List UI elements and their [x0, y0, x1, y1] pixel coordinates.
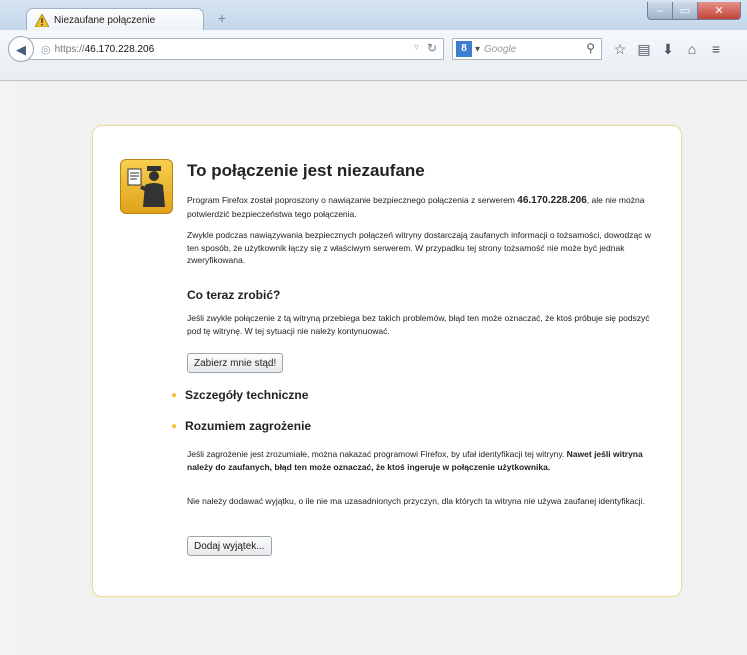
home-icon[interactable]: ⌂: [680, 38, 704, 60]
what-to-do-heading: Co teraz zrobić?: [187, 288, 281, 302]
policeman-icon: [120, 159, 173, 214]
url-scheme: https://: [54, 43, 85, 55]
site-identity-icon[interactable]: ◎: [41, 43, 51, 56]
navigation-toolbar: ◎ https://46.170.228.206 ▿ ↻ ◀ 8 ▾ Googl…: [0, 30, 747, 81]
intro-prefix: Program Firefox został poproszony o nawi…: [187, 195, 518, 205]
error-page-container: To połączenie jest niezaufane Program Fi…: [92, 125, 682, 597]
page-content: To połączenie jest niezaufane Program Fi…: [18, 81, 747, 655]
expand-bullet-icon: ●: [171, 420, 178, 432]
download-icon[interactable]: ⬇: [656, 38, 680, 60]
technical-details-label: Szczegóły techniczne: [185, 388, 309, 402]
search-bar[interactable]: 8 ▾ Google ⚲: [452, 38, 602, 60]
intro-host: 46.170.228.206: [517, 195, 587, 206]
error-title: To połączenie jest niezaufane: [187, 161, 425, 180]
technical-details-toggle[interactable]: ● Szczegóły techniczne: [171, 388, 308, 402]
url-bar[interactable]: ◎ https://46.170.228.206 ▿ ↻: [24, 38, 444, 60]
new-tab-button[interactable]: +: [212, 9, 232, 27]
tab-title: Niezaufane połączenie: [54, 15, 156, 26]
risk-text-plain: Jeśli zagrożenie jest zrozumiałe, można …: [187, 449, 567, 459]
exception-advice-paragraph: Nie należy dodawać wyjątku, o ile nie ma…: [187, 496, 645, 506]
minimize-button[interactable]: –: [647, 2, 673, 20]
maximize-button[interactable]: ▭: [673, 2, 698, 20]
bookmarks-list-icon[interactable]: ▤: [632, 38, 656, 60]
what-to-do-paragraph: Jeśli zwykle połączenie z tą witryną prz…: [187, 313, 650, 336]
understand-risks-label: Rozumiem zagrożenie: [185, 419, 312, 433]
title-bar: Niezaufane połączenie + – ▭ ✕: [0, 0, 747, 32]
close-button[interactable]: ✕: [698, 2, 741, 20]
expand-bullet-icon: ●: [171, 389, 178, 401]
star-icon[interactable]: ☆: [608, 38, 632, 60]
get-me-out-button[interactable]: Zabierz mnie stąd!: [187, 353, 284, 373]
risk-paragraph: Jeśli zagrożenie jest zrozumiałe, można …: [187, 448, 662, 473]
explanation-paragraph: Zwykle podczas nawiązywania bezpiecznych…: [187, 230, 651, 265]
search-icon[interactable]: ⚲: [586, 41, 595, 55]
tab-untrusted-connection[interactable]: Niezaufane połączenie: [26, 8, 204, 32]
understand-risks-toggle[interactable]: ● Rozumiem zagrożenie: [171, 419, 311, 433]
back-button[interactable]: ◀: [8, 36, 34, 62]
search-engine-icon[interactable]: 8: [456, 41, 472, 57]
intro-paragraph: Program Firefox został poproszony o nawi…: [187, 194, 662, 220]
toolbar-icons: ☆ ▤ ⬇ ⌂ ≡: [608, 38, 728, 60]
search-engine-dropdown-icon[interactable]: ▾: [475, 44, 480, 55]
menu-icon[interactable]: ≡: [704, 38, 728, 60]
search-placeholder: Google: [484, 43, 517, 55]
warning-icon: [35, 14, 49, 27]
url-host: 46.170.228.206: [84, 43, 155, 55]
history-dropdown-icon[interactable]: ▿: [414, 42, 419, 53]
add-exception-button[interactable]: Dodaj wyjątek...: [187, 536, 272, 556]
reload-icon[interactable]: ↻: [427, 41, 437, 55]
window-controls: – ▭ ✕: [647, 2, 741, 20]
back-arrow-icon: ◀: [16, 42, 26, 57]
